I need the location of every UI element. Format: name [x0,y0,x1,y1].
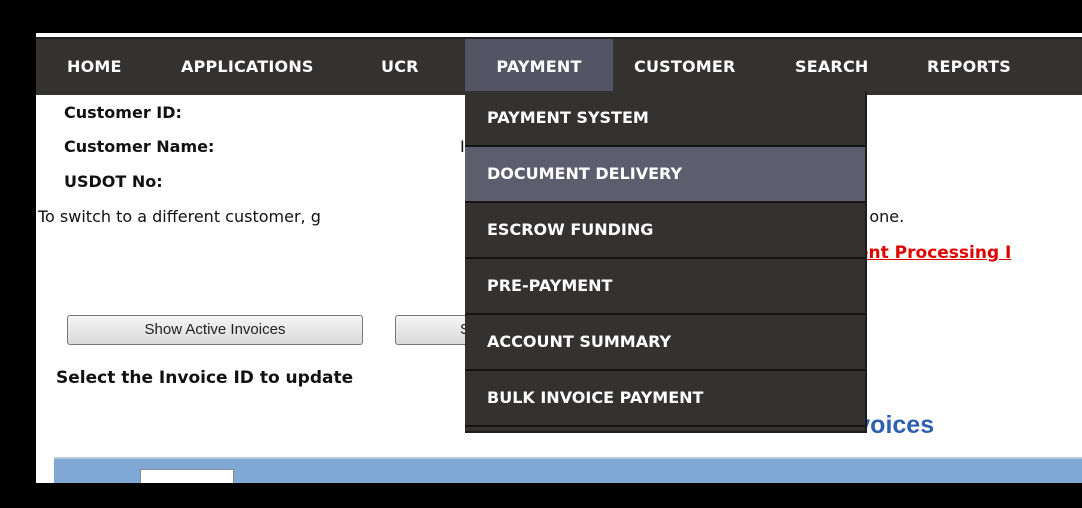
nav-ucr[interactable]: UCR [381,39,419,95]
invoice-grid-header [54,457,1082,483]
customer-name-value: I [460,137,465,156]
menu-item-escrow-funding[interactable]: ESCROW FUNDING [465,203,865,259]
nav-reports[interactable]: REPORTS [927,39,1011,95]
switch-customer-text: To switch to a different customer, g [38,207,321,226]
menu-item-document-delivery[interactable]: DOCUMENT DELIVERY [465,147,865,203]
payment-processing-link[interactable]: ent Processing I [857,243,1011,263]
menu-item-pre-payment[interactable]: PRE-PAYMENT [465,259,865,315]
nav-search[interactable]: SEARCH [795,39,869,95]
select-invoice-prompt: Select the Invoice ID to update [56,368,354,388]
page-size-box[interactable] [140,469,234,483]
payment-dropdown-menu: PAYMENT SYSTEM DOCUMENT DELIVERY ESCROW … [465,91,867,433]
menu-item-account-summary[interactable]: ACCOUNT SUMMARY [465,315,865,371]
top-nav: HOME APPLICATIONS UCR PAYMENT CUSTOMER S… [36,37,1082,95]
show-active-invoices-button[interactable]: Show Active Invoices [67,315,363,345]
nav-customer[interactable]: CUSTOMER [634,39,736,95]
nav-payment[interactable]: PAYMENT [465,39,613,95]
customer-id-label: Customer ID: [64,103,182,122]
usdot-label: USDOT No: [64,172,163,191]
app-window: HOME APPLICATIONS UCR PAYMENT CUSTOMER S… [36,33,1082,483]
menu-item-bulk-invoice-payment[interactable]: BULK INVOICE PAYMENT [465,371,865,427]
menu-item-payment-system[interactable]: PAYMENT SYSTEM [465,91,865,147]
customer-name-label: Customer Name: [64,137,215,156]
nav-home[interactable]: HOME [59,39,130,95]
nav-applications[interactable]: APPLICATIONS [181,39,314,95]
